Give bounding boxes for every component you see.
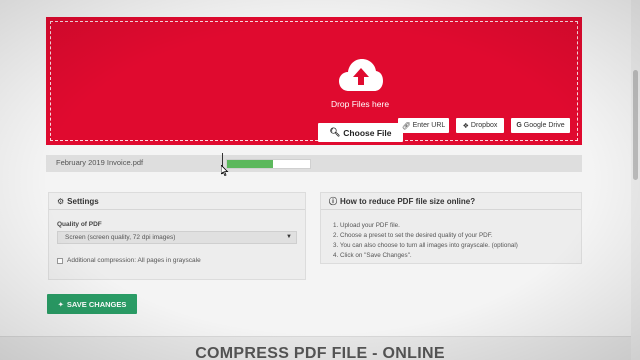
page: Drop Files here 🔍︎ Choose File 🔗︎ Enter … [0, 0, 640, 360]
page-heading: COMPRESS PDF FILE - ONLINE [195, 345, 445, 360]
dropbox-label: Dropbox [470, 122, 498, 129]
howto-step: 4. Click on "Save Changes". [333, 252, 412, 259]
link-icon: 🔗︎ [401, 122, 411, 130]
howto-header: ⓘ How to reduce PDF file size online? [321, 193, 581, 210]
enter-url-label: Enter URL [412, 122, 446, 129]
scrollbar-thumb[interactable] [633, 70, 638, 180]
search-icon: 🔍︎ [329, 127, 341, 137]
howto-step: 3. You can also choose to turn all image… [333, 242, 518, 249]
quality-select[interactable]: Screen (screen quality, 72 dpi images) ▼ [57, 231, 297, 244]
gears-icon: ⚙ [57, 196, 65, 206]
mouse-pointer-icon [221, 165, 229, 176]
choose-file-button[interactable]: 🔍︎ Choose File [318, 123, 403, 142]
google-icon: G [516, 122, 522, 129]
grayscale-checkbox[interactable] [57, 257, 63, 264]
upload-progress-fill [227, 160, 273, 168]
cloud-upload-icon [339, 59, 383, 91]
quality-label: Quality of PDF [57, 221, 102, 228]
dropbox-icon: ❖ [462, 122, 469, 130]
dropdown-arrow-icon: ▼ [286, 234, 292, 240]
settings-panel: ⚙ Settings Quality of PDF Screen (screen… [48, 192, 306, 280]
save-changes-label: SAVE CHANGES [66, 299, 127, 309]
enter-url-button[interactable]: 🔗︎ Enter URL [398, 118, 449, 133]
grayscale-label: Additional compression: All pages in gra… [67, 257, 201, 264]
wand-icon: ✦ [57, 299, 64, 309]
choose-file-label: Choose File [343, 127, 392, 138]
howto-panel: ⓘ How to reduce PDF file size online? 1.… [320, 192, 582, 264]
howto-step: 1. Upload your PDF file. [333, 222, 400, 229]
howto-steps: 1. Upload your PDF file. 2. Choose a pre… [333, 221, 518, 261]
upload-progress-bar [226, 159, 311, 169]
settings-header: ⚙ Settings [49, 193, 305, 210]
file-name: February 2019 Invoice.pdf [56, 158, 144, 167]
drop-files-text: Drop Files here [330, 99, 390, 109]
google-drive-button[interactable]: G Google Drive [511, 118, 570, 133]
grayscale-option[interactable]: Additional compression: All pages in gra… [57, 257, 201, 264]
howto-step: 2. Choose a preset to set the desired qu… [333, 232, 493, 239]
info-icon: ⓘ [329, 196, 337, 206]
footer-band: COMPRESS PDF FILE - ONLINE [0, 336, 640, 360]
quality-value: Screen (screen quality, 72 dpi images) [65, 234, 176, 241]
settings-title: Settings [67, 196, 99, 206]
scrollbar-track[interactable] [631, 0, 640, 360]
howto-title: How to reduce PDF file size online? [340, 196, 476, 206]
google-drive-label: Google Drive [523, 122, 565, 129]
uploaded-file-row: February 2019 Invoice.pdf [46, 155, 582, 172]
save-changes-button[interactable]: ✦ SAVE CHANGES [47, 294, 137, 314]
dropbox-button[interactable]: ❖ Dropbox [456, 118, 504, 133]
